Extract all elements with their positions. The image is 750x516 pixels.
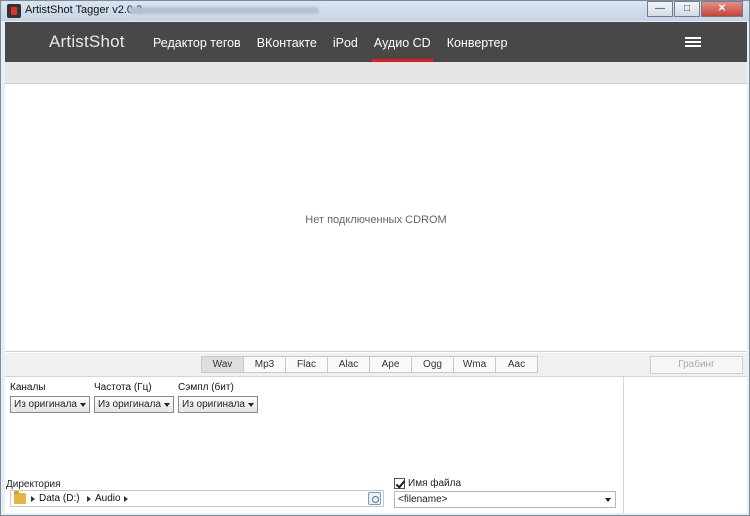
filename-checkbox[interactable] xyxy=(394,478,405,489)
channels-select[interactable]: Из оригинала xyxy=(10,396,90,413)
breadcrumb-drive[interactable]: Data (D:) xyxy=(39,493,80,504)
format-tab-mp3[interactable]: Mp3 xyxy=(243,356,286,373)
format-tab-wav[interactable]: Wav xyxy=(201,356,244,373)
frequency-group: Частота (Гц) Из оригинала xyxy=(94,382,174,413)
nav-item-vkontakte[interactable]: ВКонтакте xyxy=(249,22,325,62)
app-icon xyxy=(7,4,21,18)
dropdown-arrow-icon xyxy=(164,403,170,407)
filename-label: Имя файла xyxy=(408,478,462,489)
maximize-button[interactable]: □ xyxy=(674,1,700,17)
channels-label: Каналы xyxy=(10,382,46,393)
folder-icon xyxy=(14,491,26,504)
blurred-title-path xyxy=(129,7,319,14)
dropdown-arrow-icon xyxy=(248,403,254,407)
format-bar: Wav Mp3 Flac Alac Ape Ogg Wma Aac Грабин… xyxy=(5,353,747,377)
navbar: ArtistShot Редактор тегов ВКонтакте iPod… xyxy=(5,22,747,62)
main-nav: Редактор тегов ВКонтакте iPod Аудио CD К… xyxy=(145,22,515,62)
channels-group: Каналы Из оригинала xyxy=(10,382,90,413)
frequency-value: Из оригинала xyxy=(98,399,161,410)
sample-label: Сэмпл (бит) xyxy=(178,382,234,393)
dropdown-arrow-icon xyxy=(80,403,86,407)
minimize-button[interactable]: — xyxy=(647,1,673,17)
browse-icon[interactable] xyxy=(368,492,381,505)
directory-label: Директория xyxy=(6,479,61,490)
grab-button[interactable]: Грабинг xyxy=(650,356,743,374)
cd-track-area: Нет подключенных CDROM xyxy=(5,84,747,352)
nav-item-converter[interactable]: Конвертер xyxy=(439,22,516,62)
sub-toolbar xyxy=(5,62,747,84)
channels-value: Из оригинала xyxy=(14,399,77,410)
format-tab-flac[interactable]: Flac xyxy=(285,356,328,373)
format-tab-ogg[interactable]: Ogg xyxy=(411,356,454,373)
sample-group: Сэмпл (бит) Из оригинала xyxy=(178,382,258,413)
dropdown-arrow-icon xyxy=(605,498,611,502)
brand-logo: ArtistShot xyxy=(49,32,125,51)
filename-template-value: <filename> xyxy=(398,494,448,505)
format-tabs: Wav Mp3 Flac Alac Ape Ogg Wma Aac xyxy=(201,356,538,373)
title-bar: ArtistShot Tagger v2.0.3 — □ ✕ xyxy=(1,1,749,21)
sample-select[interactable]: Из оригинала xyxy=(178,396,258,413)
format-tab-aac[interactable]: Aac xyxy=(495,356,538,373)
chevron-right-icon xyxy=(124,496,128,502)
directory-path-bar[interactable]: Data (D:) Audio xyxy=(10,490,384,507)
nav-item-audio-cd[interactable]: Аудио CD xyxy=(366,22,439,62)
window-title: ArtistShot Tagger v2.0.3 xyxy=(25,4,143,16)
breadcrumb-audio[interactable]: Audio xyxy=(95,493,121,504)
format-tab-ape[interactable]: Ape xyxy=(369,356,412,373)
side-panel xyxy=(623,377,747,513)
format-tab-alac[interactable]: Alac xyxy=(327,356,370,373)
nav-item-ipod[interactable]: iPod xyxy=(325,22,366,62)
app-window: ArtistShot Tagger v2.0.3 — □ ✕ ArtistSho… xyxy=(0,0,750,516)
app-body: ArtistShot Редактор тегов ВКонтакте iPod… xyxy=(5,22,747,513)
empty-message: Нет подключенных CDROM xyxy=(305,214,447,226)
filename-template-select[interactable]: <filename> xyxy=(394,491,616,508)
frequency-select[interactable]: Из оригинала xyxy=(94,396,174,413)
menu-icon[interactable] xyxy=(685,37,701,47)
window-controls: — □ ✕ xyxy=(646,1,743,17)
sample-value: Из оригинала xyxy=(182,399,245,410)
frequency-label: Частота (Гц) xyxy=(94,382,152,393)
nav-item-tag-editor[interactable]: Редактор тегов xyxy=(145,22,249,62)
close-button[interactable]: ✕ xyxy=(701,1,743,17)
format-tab-wma[interactable]: Wma xyxy=(453,356,496,373)
chevron-right-icon xyxy=(31,496,35,502)
chevron-right-icon xyxy=(87,496,91,502)
